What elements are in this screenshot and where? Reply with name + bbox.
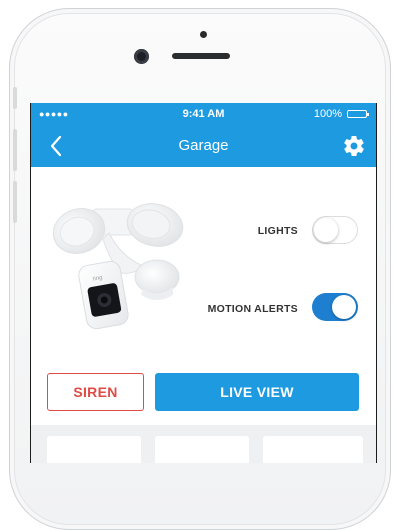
action-tile[interactable] <box>263 436 363 463</box>
gear-icon <box>344 135 364 157</box>
app-screen: ●●●●● 9:41 AM 100% Garage ring LIGHTS MO… <box>30 103 377 463</box>
motion-alerts-label: MOTION ALERTS <box>207 303 298 315</box>
nav-bar: Garage <box>31 125 376 167</box>
settings-button[interactable] <box>338 130 370 162</box>
live-view-button[interactable]: LIVE VIEW <box>155 373 359 411</box>
action-tile[interactable] <box>155 436 249 463</box>
lights-label: LIGHTS <box>257 225 298 237</box>
page-title: Garage <box>178 137 229 154</box>
earpiece-speaker <box>172 53 230 59</box>
siren-button[interactable]: SIREN <box>47 373 144 411</box>
top-bar: ●●●●● 9:41 AM 100% Garage <box>31 103 376 167</box>
front-camera <box>134 49 149 64</box>
action-tile[interactable] <box>47 436 141 463</box>
status-bar: ●●●●● 9:41 AM 100% <box>31 103 376 125</box>
battery-icon <box>347 110 369 118</box>
volume-down-button <box>13 181 17 223</box>
lights-toggle[interactable] <box>312 216 358 244</box>
proximity-sensor <box>200 31 207 38</box>
motion-alerts-toggle[interactable] <box>312 293 358 321</box>
floodlight-camera-image: ring <box>52 203 184 330</box>
mute-switch <box>13 87 17 109</box>
battery-percent: 100% <box>313 108 342 120</box>
bottom-actions-strip <box>31 425 376 463</box>
volume-up-button <box>13 129 17 171</box>
